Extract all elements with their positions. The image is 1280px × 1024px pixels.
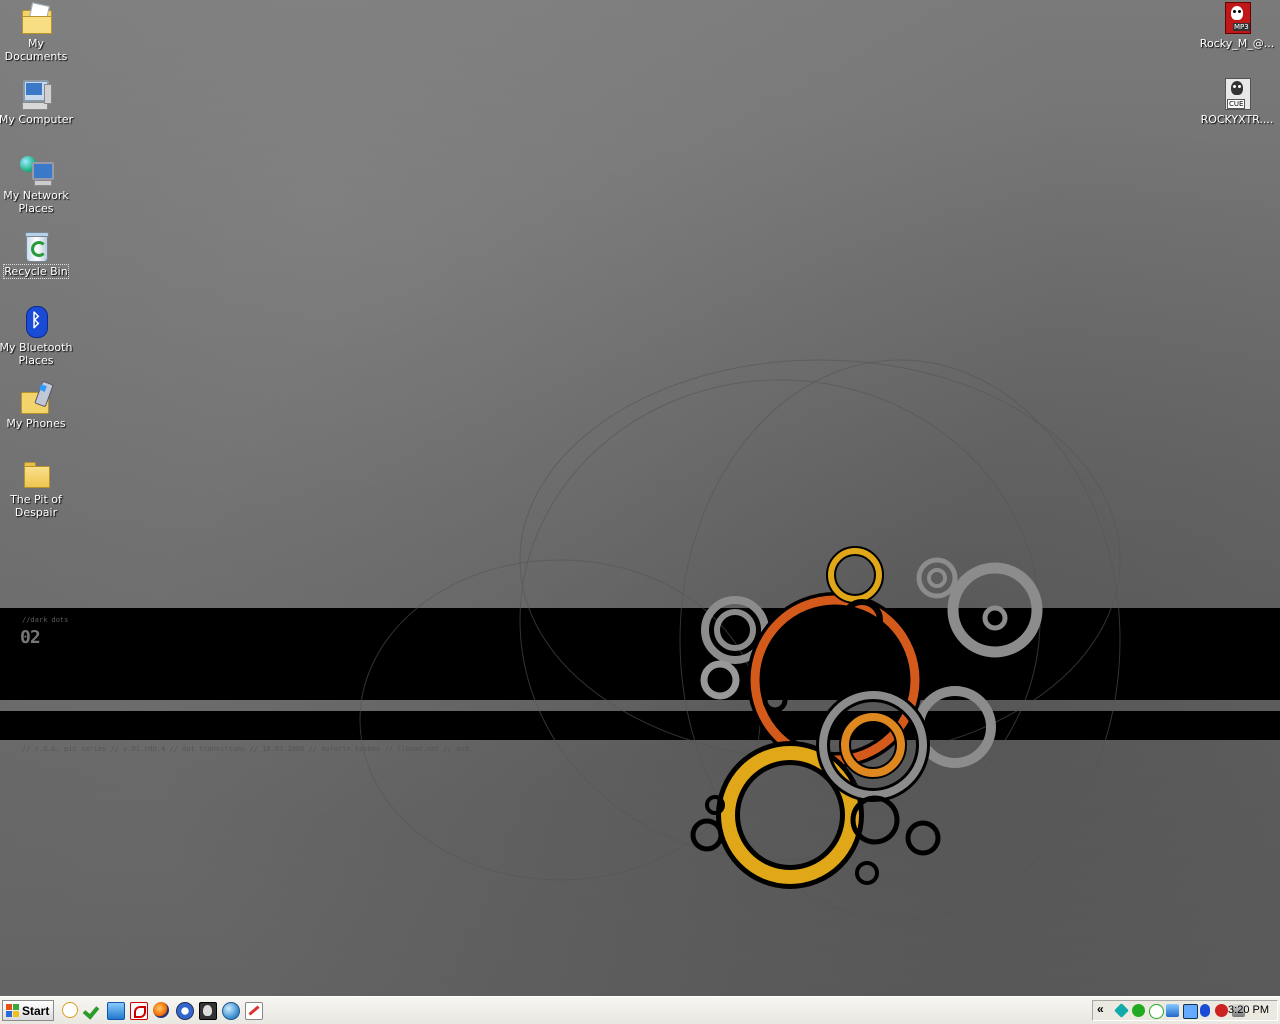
desktop-icon-cue-file[interactable]: CUE ROCKYXTR.... (1199, 78, 1275, 128)
desktop-icon-my-computer[interactable]: My Computer (0, 78, 74, 128)
phones-folder-icon (20, 380, 54, 414)
start-label: Start (22, 1003, 50, 1018)
wallpaper-circles-art (359, 359, 1121, 921)
taskbar-clock[interactable]: 3:20 PM (1228, 1004, 1269, 1016)
desktop[interactable]: //dark dots 02 // r.d.b. pic series // v… (0, 0, 1280, 996)
desktop-icon-pit-of-despair[interactable]: The Pit of Despair (0, 458, 74, 521)
mp3-file-icon: MP3 (1221, 2, 1253, 34)
tray-expand-chevron[interactable]: « (1097, 1002, 1104, 1016)
my-documents-icon (20, 2, 52, 34)
mp3-badge: MP3 (1233, 23, 1250, 31)
globe-icon[interactable] (222, 1002, 240, 1020)
desktop-icon-label: ROCKYXTR.... (1200, 113, 1274, 126)
bluetooth-tray-icon[interactable] (1200, 1004, 1210, 1017)
desktop-icon-label: My Bluetooth Places (0, 341, 73, 367)
recycle-bin-icon (20, 230, 52, 262)
checkmark-icon[interactable] (82, 1002, 100, 1020)
m-icon[interactable] (176, 1002, 194, 1020)
windows-flag-icon (6, 1004, 19, 1017)
desktop-icon-label: My Documents (4, 37, 68, 63)
tray-icon-4[interactable] (1166, 1004, 1179, 1017)
tray-icon-2[interactable] (1132, 1004, 1145, 1017)
desktop-icon-label: Recycle Bin (3, 264, 69, 279)
desktop-icon-mp3-file[interactable]: MP3 Rocky_M_@... (1199, 2, 1275, 52)
desktop-icon-bluetooth-places[interactable]: ᛒ My Bluetooth Places (0, 306, 74, 369)
folder-icon (20, 458, 52, 490)
desktop-icon-my-phones[interactable]: My Phones (0, 380, 74, 432)
taskbar: Start « 3:20 PM (0, 996, 1280, 1024)
desktop-icon-my-documents[interactable]: My Documents (0, 2, 74, 65)
network-places-icon (20, 154, 54, 186)
cue-badge: CUE (1227, 99, 1246, 109)
tray-icon-7[interactable] (1215, 1004, 1228, 1017)
alien-icon[interactable] (199, 1002, 217, 1020)
start-button[interactable]: Start (2, 1000, 54, 1021)
paint-icon[interactable] (245, 1002, 263, 1020)
desktop-icon-label: My Phones (6, 417, 66, 430)
tray-icon-1[interactable] (1114, 1003, 1129, 1018)
desktop-icon-recycle-bin[interactable]: Recycle Bin (0, 230, 74, 280)
ie-icon[interactable] (107, 1002, 125, 1020)
desktop-icon-label: Rocky_M_@... (1199, 37, 1275, 50)
tray-icon-3[interactable] (1149, 1004, 1164, 1019)
desktop-icon-label: The Pit of Despair (10, 493, 62, 519)
my-computer-icon (20, 78, 52, 110)
desktop-icon-network-places[interactable]: My Network Places (0, 154, 74, 217)
desktop-icon-label: My Computer (0, 113, 74, 126)
pdf-icon[interactable] (130, 1002, 148, 1020)
tray-icon-5[interactable] (1183, 1004, 1198, 1019)
firefox-icon[interactable] (153, 1002, 169, 1018)
desktop-icon-label: My Network Places (3, 189, 69, 215)
bluetooth-icon: ᛒ (20, 306, 52, 338)
system-tray: « 3:20 PM (1092, 1000, 1278, 1021)
cue-file-icon: CUE (1221, 78, 1253, 110)
clock-icon[interactable] (62, 1002, 78, 1018)
